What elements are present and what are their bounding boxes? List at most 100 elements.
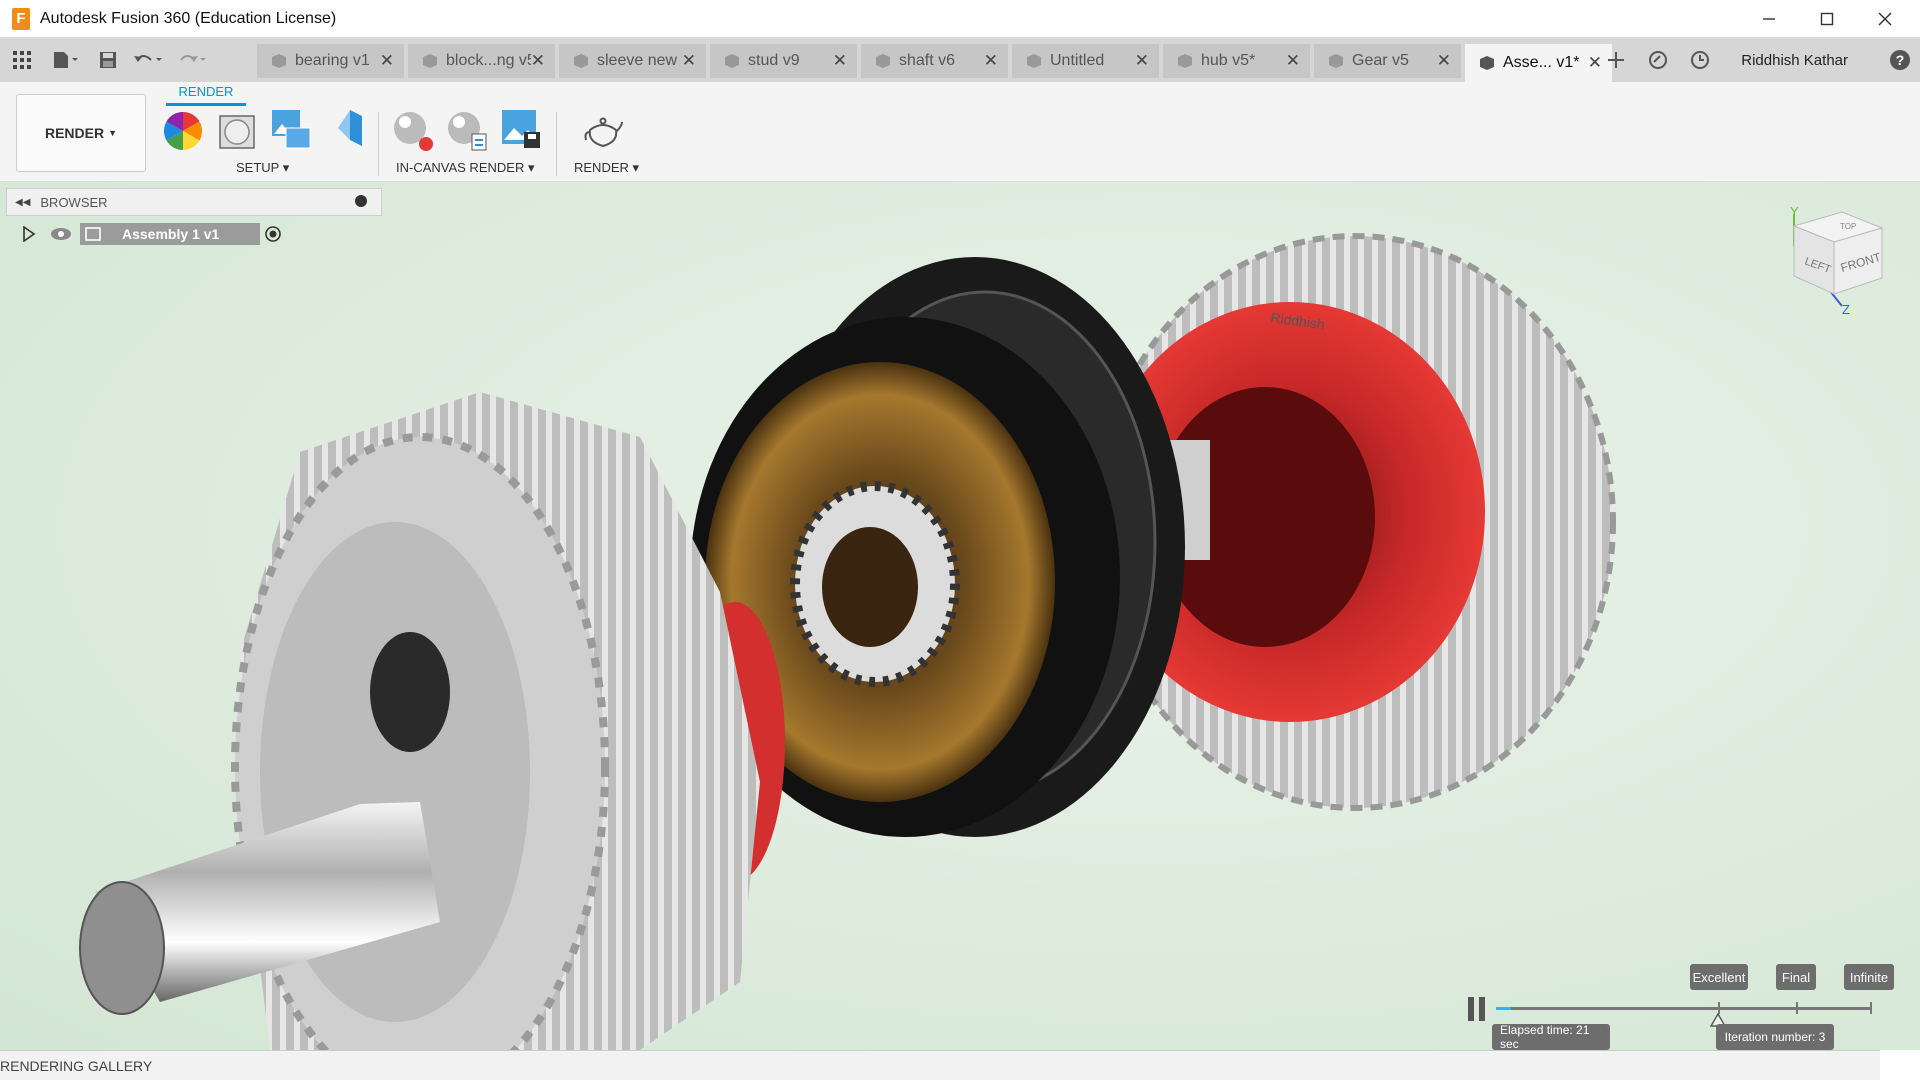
component-icon (1027, 54, 1041, 68)
document-tab[interactable]: sleeve new v4✕ (559, 44, 706, 78)
fusion-logo-icon: F (12, 7, 30, 30)
physical-material-button[interactable] (216, 110, 258, 152)
iteration-number: Iteration number: 3 (1716, 1024, 1834, 1050)
decal-button[interactable] (324, 108, 366, 150)
file-icon (54, 52, 78, 68)
axis-z-label: Z (1842, 302, 1850, 316)
component-icon (876, 54, 890, 68)
document-tab[interactable]: Asse... v1* ✕ (1465, 44, 1612, 82)
setup-group-menu[interactable]: SETUP ▾ (236, 160, 289, 176)
clock-icon (1691, 51, 1710, 69)
tab-label: hub v5* (1201, 52, 1256, 69)
component-icon (272, 54, 286, 68)
document-tab[interactable]: bearing v1 ✕ (257, 44, 404, 78)
minimize-button[interactable] (1740, 0, 1798, 38)
job-status-button[interactable] (1679, 38, 1721, 82)
viewcube[interactable]: Y Z TOP LEFT FRONT (1780, 206, 1900, 316)
save-button[interactable] (90, 38, 126, 82)
user-account-menu[interactable]: Riddhish Kathar (1741, 52, 1848, 69)
tab-label: Untitled (1050, 52, 1105, 69)
component-icon (423, 54, 437, 68)
material-cube-icon (219, 115, 255, 149)
render-canvas[interactable]: Riddhish ◀◀ BROWSER Assembly 1 v1 Y Z TO… (0, 182, 1920, 1050)
maximize-icon (1820, 12, 1834, 26)
document-tab[interactable]: Untitled ✕ (1012, 44, 1159, 78)
in-canvas-render-button[interactable] (392, 110, 434, 152)
redo-icon (180, 55, 206, 62)
document-tab[interactable]: stud v9 ✕ (710, 44, 857, 78)
tab-label: block...ng v5 (446, 52, 531, 69)
axis-y-label: Y (1790, 206, 1799, 219)
grid-icon (13, 51, 31, 69)
assembly-item[interactable]: Assembly 1 v1 (80, 223, 260, 245)
rendering-gallery-bar[interactable]: RENDERING GALLERY (0, 1050, 1880, 1080)
tab-label: bearing v1 (295, 52, 370, 69)
workspace-switcher[interactable]: RENDER ▼ (16, 94, 146, 172)
render-group-menu[interactable]: RENDER ▾ (574, 160, 639, 176)
assembly-label: Assembly 1 v1 (122, 226, 220, 242)
close-tab-icon[interactable]: ✕ (531, 51, 545, 71)
data-panel-button[interactable] (4, 38, 40, 82)
capture-image-button[interactable] (500, 108, 542, 150)
close-tab-icon[interactable]: ✕ (1135, 51, 1149, 71)
help-button[interactable]: ? (1880, 38, 1920, 82)
expand-triangle-icon[interactable] (22, 226, 36, 242)
preset-tick (1796, 1002, 1798, 1014)
browser-item-assembly[interactable]: Assembly 1 v1 (22, 222, 282, 246)
tab-bar: bearing v1✕block...ng v5✕sleeve new v4✕s… (0, 38, 1920, 82)
file-menu-button[interactable] (40, 38, 90, 82)
decal-icon (338, 110, 362, 146)
collapse-browser-icon[interactable]: ◀◀ (15, 197, 30, 208)
tab-label: Gear v5 (1352, 52, 1409, 69)
redo-button[interactable] (170, 38, 214, 82)
document-tab[interactable]: block...ng v5 ✕ (408, 44, 555, 78)
component-icon (725, 54, 739, 68)
close-icon (1878, 12, 1892, 26)
document-tab[interactable]: hub v5* ✕ (1163, 44, 1310, 78)
undo-button[interactable] (126, 38, 170, 82)
color-wheel-icon (163, 111, 203, 151)
close-tab-icon[interactable]: ✕ (1286, 51, 1300, 71)
document-tabs: bearing v1✕block...ng v5✕sleeve new v4✕s… (257, 44, 1616, 82)
component-icon (1480, 56, 1494, 70)
extensions-icon (1649, 51, 1668, 69)
close-window-button[interactable] (1856, 0, 1914, 38)
tab-label: sleeve new v4 (597, 52, 682, 69)
document-tab[interactable]: Gear v5 ✕ (1314, 44, 1461, 78)
maximize-button[interactable] (1798, 0, 1856, 38)
new-tab-button[interactable] (1595, 38, 1637, 82)
close-tab-icon[interactable]: ✕ (682, 51, 696, 71)
component-icon (1329, 54, 1343, 68)
preset-excellent[interactable]: Excellent (1690, 964, 1748, 990)
in-canvas-group-menu[interactable]: IN-CANVAS RENDER ▾ (396, 160, 534, 176)
teapot-icon (584, 117, 623, 148)
render-progress-track (1496, 1007, 1872, 1010)
document-tab[interactable]: shaft v6 ✕ (861, 44, 1008, 78)
rendered-assembly-image: Riddhish (79, 233, 1616, 1050)
title-bar: F Autodesk Fusion 360 (Education License… (0, 0, 1920, 38)
browser-panel: ◀◀ BROWSER (6, 188, 382, 216)
preset-final[interactable]: Final (1776, 964, 1816, 990)
in-canvas-settings-button[interactable] (446, 110, 488, 152)
close-tab-icon[interactable]: ✕ (1437, 51, 1451, 71)
preset-infinite[interactable]: Infinite (1844, 964, 1894, 990)
browser-minimize-icon[interactable] (355, 195, 367, 207)
close-tab-icon[interactable]: ✕ (833, 51, 847, 71)
render-settings-icon (448, 112, 487, 151)
tab-render[interactable]: RENDER (166, 84, 246, 106)
activate-radio-icon[interactable] (264, 225, 282, 243)
help-icon: ? (1890, 50, 1910, 70)
render-progress-fill (1496, 1007, 1512, 1010)
pause-icon (1468, 997, 1485, 1021)
scene-image-icon (272, 110, 311, 149)
ribbon-toolbar: RENDER ▼ RENDER SETUP ▾ IN-CANVAS RENDER… (0, 82, 1920, 182)
scene-settings-button[interactable] (270, 108, 312, 150)
extensions-button[interactable] (1637, 38, 1679, 82)
render-button[interactable] (582, 110, 624, 152)
close-tab-icon[interactable]: ✕ (984, 51, 998, 71)
capture-image-icon (502, 110, 540, 148)
visibility-eye-icon[interactable] (50, 227, 72, 241)
close-tab-icon[interactable]: ✕ (380, 51, 394, 71)
appearance-button[interactable] (162, 110, 204, 152)
pause-button[interactable] (1466, 996, 1488, 1022)
